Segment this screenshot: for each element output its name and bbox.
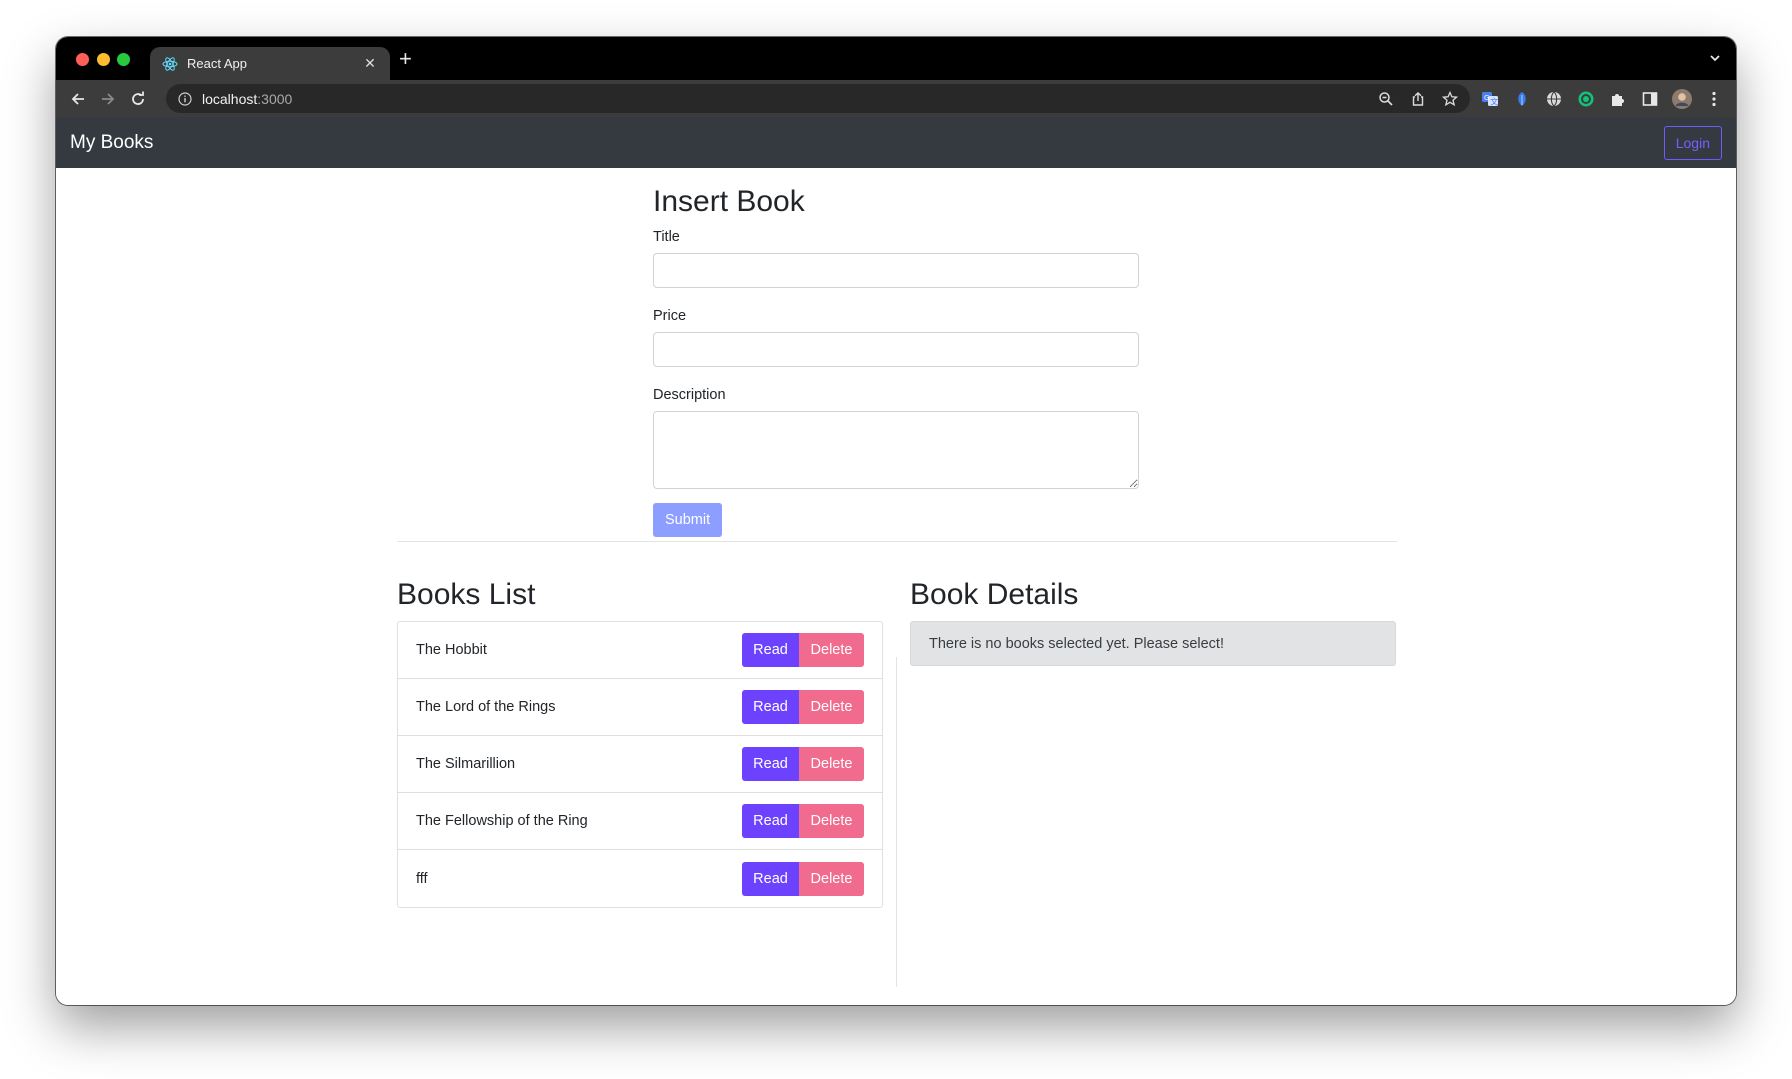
plus-icon[interactable]: + (399, 48, 412, 70)
svg-text:文: 文 (1490, 97, 1498, 107)
navbar-brand[interactable]: My Books (70, 132, 153, 154)
url-host: localhost (202, 90, 258, 107)
minimize-window-button[interactable] (97, 53, 110, 66)
price-label: Price (653, 308, 687, 324)
info-icon[interactable] (178, 91, 192, 106)
read-button[interactable]: Read (742, 690, 799, 724)
delete-button[interactable]: Delete (799, 633, 864, 667)
kebab-menu-icon[interactable] (1704, 89, 1724, 109)
close-window-button[interactable] (76, 53, 89, 66)
browser-window: React App ✕ + localhost:3000 文 G My Boo… (56, 37, 1736, 1005)
zoom-icon[interactable] (1376, 89, 1396, 109)
books-list-section: Books List The Hobbit Read Delete The Lo… (397, 577, 883, 908)
page-content: My Books Login Insert Book Title Price D… (56, 117, 1736, 1005)
books-list-heading: Books List (397, 578, 536, 611)
book-actions: Read Delete (742, 747, 864, 781)
insert-book-heading: Insert Book (653, 185, 805, 218)
star-icon[interactable] (1440, 89, 1460, 109)
puzzle-icon[interactable] (1608, 89, 1628, 109)
insert-book-form: Insert Book Title Price Description Subm… (653, 168, 1139, 537)
browser-toolbar: localhost:3000 文G (56, 80, 1736, 117)
address-bar[interactable]: localhost:3000 (166, 84, 1470, 113)
globe-icon[interactable] (1544, 89, 1564, 109)
browser-tab[interactable]: React App ✕ (150, 47, 390, 80)
books-list: The Hobbit Read Delete The Lord of the R… (397, 621, 883, 908)
title-label: Title (653, 229, 680, 245)
address-bar-actions (1376, 89, 1460, 109)
read-button[interactable]: Read (742, 804, 799, 838)
react-icon (162, 56, 178, 72)
book-title: The Fellowship of the Ring (416, 813, 588, 829)
description-label: Description (653, 387, 726, 403)
divider (397, 541, 1397, 542)
leaf-icon[interactable] (1512, 89, 1532, 109)
book-actions: Read Delete (742, 690, 864, 724)
book-title: fff (416, 870, 428, 887)
book-title: The Hobbit (416, 642, 487, 658)
delete-button[interactable]: Delete (799, 690, 864, 724)
book-actions: Read Delete (742, 861, 864, 896)
book-details-section: Book Details There is no books selected … (910, 577, 1396, 666)
list-item: The Silmarillion Read Delete (398, 736, 882, 793)
target-icon[interactable] (1576, 89, 1596, 109)
reload-icon[interactable] (128, 89, 148, 109)
delete-button[interactable]: Delete (799, 861, 864, 896)
column-separator (896, 657, 897, 987)
url-port: :3000 (257, 90, 293, 107)
book-title: The Lord of the Rings (416, 699, 556, 715)
submit-button[interactable]: Submit (653, 503, 723, 537)
sidebar-icon[interactable] (1640, 89, 1660, 109)
forward-arrow-icon[interactable] (98, 89, 118, 109)
navbar: My Books Login (56, 117, 1736, 168)
svg-text:G: G (1484, 94, 1489, 102)
read-button[interactable]: Read (742, 633, 799, 667)
delete-button[interactable]: Delete (799, 747, 864, 781)
tab-title: React App (187, 56, 247, 71)
no-selection-alert: There is no books selected yet. Please s… (910, 621, 1396, 666)
price-input[interactable] (653, 332, 1139, 367)
avatar[interactable] (1672, 89, 1692, 109)
close-icon[interactable]: ✕ (362, 55, 378, 72)
extension-icons: 文G (1480, 89, 1724, 109)
list-item: The Lord of the Rings Read Delete (398, 679, 882, 736)
book-actions: Read Delete (742, 804, 864, 838)
description-textarea[interactable] (653, 411, 1139, 489)
chevron-down-icon[interactable] (1708, 51, 1722, 70)
list-item: fff Read Delete (398, 850, 882, 907)
login-button[interactable]: Login (1663, 125, 1722, 160)
translate-icon[interactable]: 文G (1480, 89, 1500, 109)
tab-strip: React App ✕ + (56, 37, 1736, 80)
list-item: The Hobbit Read Delete (398, 622, 882, 679)
share-icon[interactable] (1408, 89, 1428, 109)
maximize-window-button[interactable] (117, 53, 130, 66)
delete-button[interactable]: Delete (799, 804, 864, 838)
read-button[interactable]: Read (742, 861, 799, 896)
read-button[interactable]: Read (742, 747, 799, 781)
back-arrow-icon[interactable] (68, 89, 88, 109)
title-input[interactable] (653, 253, 1139, 288)
list-item: The Fellowship of the Ring Read Delete (398, 793, 882, 850)
book-title: The Silmarillion (416, 756, 516, 772)
book-details-heading: Book Details (910, 578, 1079, 611)
book-actions: Read Delete (742, 633, 864, 667)
